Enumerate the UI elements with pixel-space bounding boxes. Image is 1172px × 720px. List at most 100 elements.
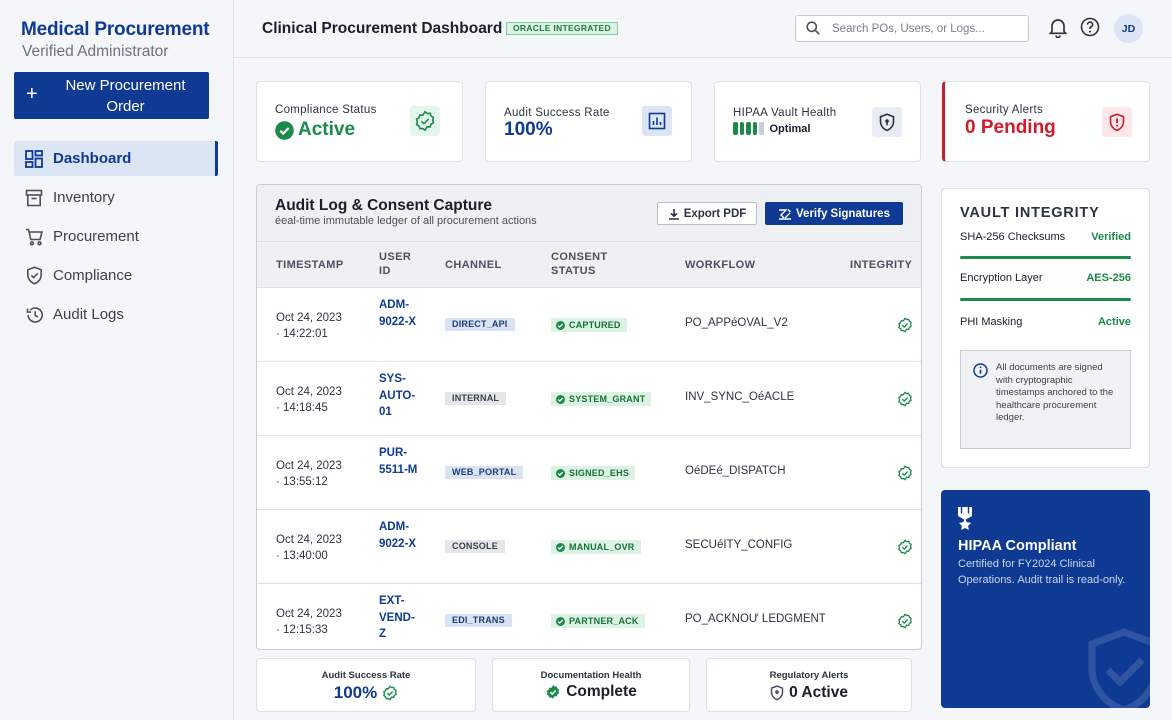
- integrity-verified-icon: [897, 613, 913, 632]
- search-box[interactable]: [795, 15, 1029, 42]
- verified-filled-icon: [545, 684, 561, 700]
- consent-status-badge: MANUAL_OVR: [551, 540, 641, 554]
- channel-badge: CONSOLE: [445, 540, 505, 553]
- history-icon: [24, 305, 44, 325]
- security-alerts-label: Security Alerts: [965, 104, 1043, 116]
- timestamp-time: · 14:18:45: [276, 402, 328, 414]
- workflow-cell: PO_APPéOVAL_V2: [685, 317, 788, 329]
- vault-row-phi-masking: PHI Masking Active: [960, 316, 1131, 328]
- user-id-cell[interactable]: PUR-5511-M: [379, 445, 419, 478]
- check-circle-icon: [556, 320, 565, 330]
- compliance-status-label: Compliance Status: [275, 104, 377, 116]
- brand-title: Medical Procurement: [21, 19, 210, 40]
- health-level-bars: [733, 122, 764, 135]
- col-workflow: WORKFLOW: [685, 259, 756, 271]
- avatar[interactable]: JD: [1114, 14, 1143, 43]
- check-circle-icon: [556, 394, 565, 404]
- integrity-verified-icon: [897, 317, 913, 336]
- health-bar-segment: [739, 122, 744, 135]
- award-icon: [957, 507, 973, 536]
- metric-label: Documentation Health: [540, 670, 642, 681]
- metric-label: Audit Success Rate: [321, 670, 411, 681]
- timestamp-cell: Oct 24, 2023 · 14:18:45: [276, 384, 356, 416]
- brand-subtitle: Verified Administrator: [22, 43, 169, 60]
- sidebar-item-inventory[interactable]: Inventory: [14, 180, 218, 215]
- timestamp-time: · 13:40:00: [276, 550, 328, 562]
- search-input[interactable]: [832, 20, 1022, 37]
- health-bar-segment: [759, 122, 764, 135]
- download-icon: [668, 208, 680, 220]
- vault-row-label: SHA-256 Checksums: [960, 231, 1066, 243]
- channel-badge: EDI_TRANS: [445, 614, 512, 627]
- audit-success-value: 100%: [504, 119, 553, 140]
- metric-value-wrap: 0 Active: [707, 684, 911, 702]
- user-id-cell[interactable]: SYS-AUTO-01: [379, 371, 419, 421]
- new-procurement-order-button[interactable]: + New Procurement Order: [14, 72, 209, 119]
- consent-status-badge: SIGNED_EHS: [551, 466, 636, 480]
- sidebar-item-audit-logs[interactable]: Audit Logs: [14, 297, 218, 332]
- bell-icon[interactable]: [1048, 17, 1068, 43]
- check-circle-icon: [275, 120, 294, 140]
- col-channel: CHANNEL: [445, 259, 502, 271]
- consent-status-text: PARTNER_ACK: [569, 616, 639, 626]
- security-alerts-value: 0 Pending: [965, 117, 1056, 138]
- consent-status-badge: PARTNER_ACK: [551, 614, 645, 628]
- workflow-cell: OéDEé_DISPATCH: [685, 465, 786, 477]
- audit-success-card: Audit Success Rate 100%: [485, 81, 692, 162]
- metric-value-wrap: Complete: [493, 683, 689, 701]
- verified-badge-icon: [410, 106, 440, 136]
- dashboard-icon: [24, 149, 44, 169]
- sidebar-item-compliance[interactable]: Compliance: [14, 258, 218, 293]
- hipaa-vault-health-card: HIPAA Vault Health Optimal: [714, 81, 921, 162]
- new-procurement-order-label: New Procurement Order: [65, 77, 186, 115]
- verify-signatures-button[interactable]: Verify Signatures: [765, 202, 903, 225]
- timestamp-date: Oct 24, 2023: [276, 460, 342, 472]
- export-pdf-button[interactable]: Export PDF: [657, 202, 757, 225]
- consent-status-text: SYSTEM_GRANT: [569, 394, 646, 404]
- timestamp-date: Oct 24, 2023: [276, 608, 342, 620]
- check-circle-icon: [556, 468, 565, 478]
- encryption-status-bar: [960, 298, 1131, 301]
- vault-row-value: AES-256: [1086, 272, 1131, 284]
- help-icon[interactable]: [1080, 17, 1100, 42]
- timestamp-cell: Oct 24, 2023 · 12:15:33: [276, 606, 356, 638]
- check-circle-icon: [556, 542, 565, 552]
- regulatory-alerts-metric: Regulatory Alerts 0 Active: [706, 658, 912, 712]
- timestamp-time: · 13:55:12: [276, 476, 328, 488]
- vault-integrity-title: VAULT INTEGRITY: [960, 205, 1100, 221]
- table-row[interactable]: Oct 24, 2023 · 14:22:01 ADM-9022-X DIRECT_A…: [257, 288, 921, 362]
- sidebar-item-label: Audit Logs: [53, 306, 124, 323]
- search-icon: [806, 21, 820, 40]
- user-id-cell[interactable]: ADM-9022-X: [379, 519, 419, 552]
- consent-status-text: MANUAL_OVR: [569, 542, 635, 552]
- shield-icon: [770, 685, 784, 701]
- channel-badge: INTERNAL: [445, 392, 507, 405]
- audit-success-label: Audit Success Rate: [504, 107, 610, 119]
- hipaa-vault-health-value: Optimal: [769, 122, 811, 135]
- shield-check-icon: [24, 266, 44, 286]
- top-header: Clinical Procurement Dashboard ORACLE IN…: [234, 0, 1172, 58]
- vault-row-label: Encryption Layer: [960, 272, 1043, 284]
- sidebar-item-procurement[interactable]: Procurement: [14, 219, 218, 254]
- timestamp-time: · 14:22:01: [276, 328, 328, 340]
- compliance-status-value: Active: [298, 119, 356, 140]
- vault-row-checksums: SHA-256 Checksums Verified: [960, 231, 1131, 243]
- cart-icon: [24, 227, 44, 247]
- table-row[interactable]: Oct 24, 2023 · 12:15:33 EXT-VEND-Z EDI_TRAN…: [257, 584, 921, 649]
- table-row[interactable]: Oct 24, 2023 · 13:55:12 PUR-5511-M WEB_PORT…: [257, 436, 921, 510]
- consent-status-text: CAPTURED: [569, 320, 621, 330]
- user-id-cell[interactable]: ADM-9022-X: [379, 297, 419, 330]
- vault-row-encryption: Encryption Layer AES-256: [960, 272, 1131, 284]
- workflow-cell: PO_ACKNOƯ LEDGMENT: [685, 613, 826, 625]
- user-id-cell[interactable]: EXT-VEND-Z: [379, 593, 419, 643]
- audit-log-subtitle: éeal-time immutable ledger of all procur…: [275, 215, 537, 227]
- sidebar-item-dashboard[interactable]: Dashboard: [14, 141, 218, 176]
- metric-value-wrap: 100%: [257, 683, 475, 703]
- vault-info-note: All documents are signed with cryptograp…: [960, 350, 1131, 449]
- table-row[interactable]: Oct 24, 2023 · 14:18:45 SYS-AUTO-01 INTERNA…: [257, 362, 921, 436]
- verified-badge-icon: [382, 685, 398, 701]
- consent-status-badge: SYSTEM_GRANT: [551, 392, 652, 406]
- workflow-cell: SECUéITY_CONFIG: [685, 539, 793, 551]
- table-row[interactable]: Oct 24, 2023 · 13:40:00 ADM-9022-X CONSOLE M…: [257, 510, 921, 584]
- audit-table-header: TIMESTAMP USER ID CHANNEL CONSENT STATUS…: [257, 242, 921, 288]
